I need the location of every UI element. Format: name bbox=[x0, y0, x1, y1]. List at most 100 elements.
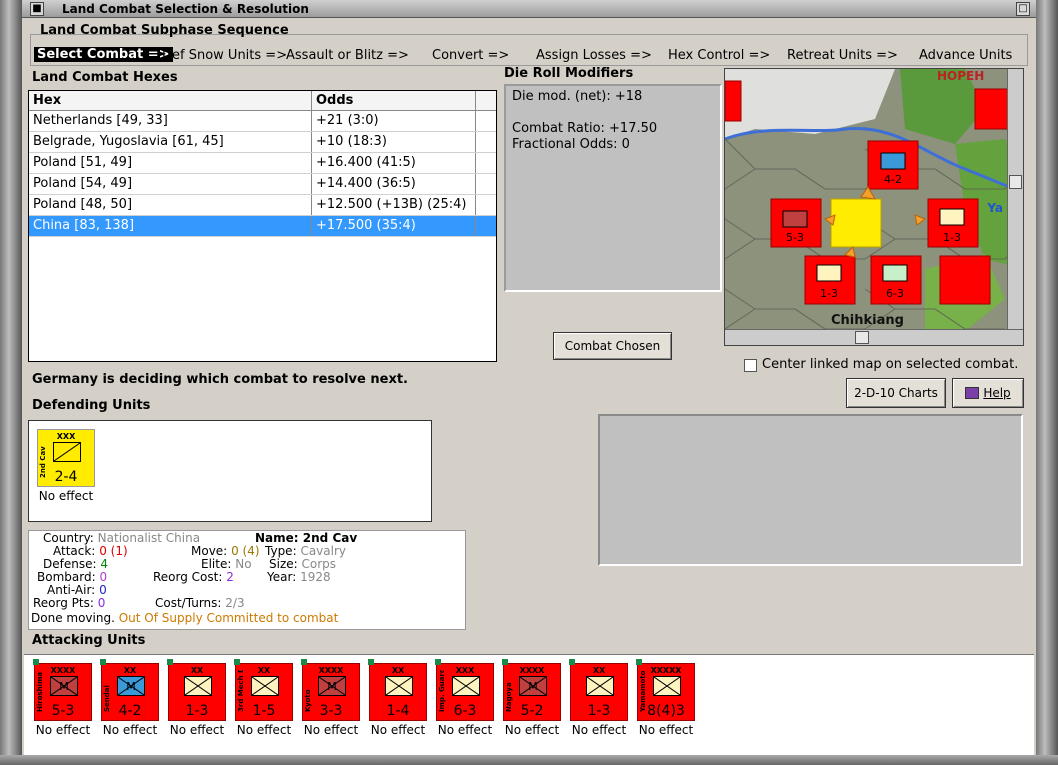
mountain-unit-icon: M bbox=[117, 676, 145, 696]
reorg-pts-value: 0 bbox=[97, 596, 106, 610]
defending-unit[interactable]: XXX 2nd Cav 2-4 No effect bbox=[35, 429, 97, 503]
name-value: 2nd Cav bbox=[302, 531, 358, 545]
unit-effect: No effect bbox=[303, 723, 359, 737]
infantry-icon bbox=[452, 676, 480, 696]
reorg-cost-value: 2 bbox=[226, 570, 234, 584]
svg-text:1-3: 1-3 bbox=[820, 287, 838, 300]
unit-counter[interactable]: XX 3rd Mech Div 1-5 bbox=[234, 659, 293, 721]
defending-units-panel: XXX 2nd Cav 2-4 No effect bbox=[28, 420, 432, 522]
committed-status: Committed to combat bbox=[206, 611, 339, 625]
unit-size: XX bbox=[190, 666, 204, 675]
attacking-unit[interactable]: XXXX Hiroshima M 5-3 No effect bbox=[32, 659, 94, 737]
svg-text:1-3: 1-3 bbox=[943, 231, 961, 244]
unit-counter[interactable]: XXXX Nagoya M 5-2 bbox=[502, 659, 561, 721]
move-value: 0 bbox=[231, 544, 239, 558]
center-map-checkbox[interactable] bbox=[744, 359, 757, 372]
status-dot-icon bbox=[100, 659, 106, 665]
column-header-hex[interactable]: Hex bbox=[29, 91, 312, 110]
map-horizontal-scrollbar[interactable] bbox=[725, 329, 1023, 345]
attacking-unit[interactable]: XXXX Kyoto M 3-3 No effect bbox=[300, 659, 362, 737]
name-label: Name: bbox=[255, 531, 299, 545]
attacking-unit[interactable]: XXXXX Yamamoto 8(4)3 No effect bbox=[635, 659, 697, 737]
attacking-unit[interactable]: XXXX Nagoya M 5-2 No effect bbox=[501, 659, 563, 737]
unit-effect: No effect bbox=[638, 723, 694, 737]
unit-counter[interactable]: XX Sendai M 4-2 bbox=[100, 659, 159, 721]
step-advance-units: Advance Units bbox=[919, 48, 1013, 63]
unit-strength: 8(4)3 bbox=[647, 703, 685, 719]
mountain-unit-icon: M bbox=[318, 676, 346, 696]
elite-value: No bbox=[235, 557, 252, 571]
status-dot-icon bbox=[234, 659, 240, 665]
unit-symbol: M bbox=[126, 680, 136, 693]
step-select-combat[interactable]: Select Combat => bbox=[34, 47, 173, 62]
table-row[interactable]: Poland [51, 49] +16.400 (41:5) bbox=[29, 153, 496, 174]
attacking-unit[interactable]: XXX Imp. Guard 6-3 No effect bbox=[434, 659, 496, 737]
unit-strength: 5-3 bbox=[51, 703, 75, 719]
odds-cell: +16.400 (41:5) bbox=[312, 153, 476, 173]
bombard-value: 0 bbox=[99, 570, 108, 584]
done-moving: Done moving. bbox=[31, 611, 115, 625]
year-value: 1928 bbox=[300, 570, 331, 584]
unit-counter[interactable]: XXXX Hiroshima M 5-3 bbox=[33, 659, 92, 721]
column-header-odds[interactable]: Odds bbox=[312, 91, 476, 110]
map-vscroll-thumb[interactable] bbox=[1009, 175, 1022, 189]
charts-button[interactable]: 2-D-10 Charts bbox=[846, 378, 946, 408]
combat-chosen-button[interactable]: Combat Chosen bbox=[553, 332, 672, 360]
title-bar: ■ Land Combat Selection & Resolution □ bbox=[22, 0, 1036, 18]
map-canvas: 4-2 5-3 1-3 1-3 6-3 bbox=[725, 69, 1023, 345]
unit-symbol: M bbox=[327, 680, 337, 693]
unit-counter[interactable]: XXXXX Yamamoto 8(4)3 bbox=[636, 659, 695, 721]
cost-turns-value: 2/3 bbox=[225, 596, 245, 610]
linked-map[interactable]: 4-2 5-3 1-3 1-3 6-3 HOPEH Ya Chihkiang bbox=[724, 68, 1024, 346]
unit-counter[interactable]: XX 1-3 bbox=[569, 659, 628, 721]
unit-counter[interactable]: XX 1-4 bbox=[368, 659, 427, 721]
antiair-value: 0 bbox=[99, 583, 107, 597]
mountain-unit-icon: M bbox=[50, 676, 78, 696]
center-map-label: Center linked map on selected combat. bbox=[762, 357, 1019, 372]
die-roll-modifiers-panel: Die mod. (net): +18 Combat Ratio: +17.50… bbox=[504, 84, 722, 292]
unit-strength: 6-3 bbox=[453, 703, 477, 719]
table-row[interactable]: Poland [48, 50] +12.500 (+13B) (25:4) bbox=[29, 195, 496, 216]
attacking-unit[interactable]: XX 1-3 No effect bbox=[568, 659, 630, 737]
table-row[interactable]: Netherlands [49, 33] +21 (3:0) bbox=[29, 111, 496, 132]
hex-cell: Poland [51, 49] bbox=[29, 153, 312, 173]
status-message: Germany is deciding which combat to reso… bbox=[32, 372, 408, 387]
size-value: Corps bbox=[301, 557, 337, 571]
unit-effect: No effect bbox=[35, 723, 91, 737]
unit-counter[interactable]: XXX 2nd Cav 2-4 bbox=[37, 429, 95, 487]
move-extra: (4) bbox=[242, 544, 260, 558]
unit-symbol: M bbox=[528, 680, 538, 693]
map-hscroll-thumb[interactable] bbox=[855, 331, 869, 344]
close-icon[interactable]: ■ bbox=[30, 2, 44, 16]
attacking-unit[interactable]: XX Sendai M 4-2 No effect bbox=[99, 659, 161, 737]
city-label: Chihkiang bbox=[831, 313, 904, 328]
svg-text:4-2: 4-2 bbox=[884, 173, 902, 186]
table-row[interactable]: Poland [54, 49] +14.400 (36:5) bbox=[29, 174, 496, 195]
unit-counter[interactable]: XXXX Kyoto M 3-3 bbox=[301, 659, 360, 721]
unit-effect: No effect bbox=[38, 489, 94, 503]
attacking-unit[interactable]: XX 1-3 No effect bbox=[166, 659, 228, 737]
defense-value: 4 bbox=[100, 557, 108, 571]
status-dot-icon bbox=[301, 659, 307, 665]
unit-effect: No effect bbox=[169, 723, 225, 737]
unit-counter[interactable]: XX 1-3 bbox=[167, 659, 226, 721]
map-vertical-scrollbar[interactable] bbox=[1007, 69, 1023, 331]
unit-strength: 1-3 bbox=[587, 703, 611, 719]
type-label: Type: bbox=[265, 544, 297, 558]
help-button[interactable]: Help bbox=[952, 378, 1024, 408]
attacking-unit[interactable]: XX 3rd Mech Div 1-5 No effect bbox=[233, 659, 295, 737]
odds-cell: +21 (3:0) bbox=[312, 111, 476, 131]
combat-ratio: Combat Ratio: +17.50 bbox=[512, 121, 658, 136]
status-dot-icon bbox=[636, 659, 642, 665]
step-hex-control: Hex Control => bbox=[668, 48, 771, 63]
unit-strength: 3-3 bbox=[319, 703, 343, 719]
cost-turns-label: Cost/Turns: bbox=[155, 596, 222, 610]
country-label: Country: bbox=[43, 531, 94, 545]
unit-info-panel: Country: Nationalist China Name: 2nd Cav… bbox=[28, 530, 466, 630]
maximize-icon[interactable]: □ bbox=[1016, 2, 1030, 16]
table-row[interactable]: Belgrade, Yugoslavia [61, 45] +10 (18:3) bbox=[29, 132, 496, 153]
attacking-unit[interactable]: XX 1-4 No effect bbox=[367, 659, 429, 737]
hex-cell: Poland [54, 49] bbox=[29, 174, 312, 194]
unit-counter[interactable]: XXX Imp. Guard 6-3 bbox=[435, 659, 494, 721]
table-row[interactable]: China [83, 138] +17.500 (35:4) bbox=[29, 216, 496, 237]
